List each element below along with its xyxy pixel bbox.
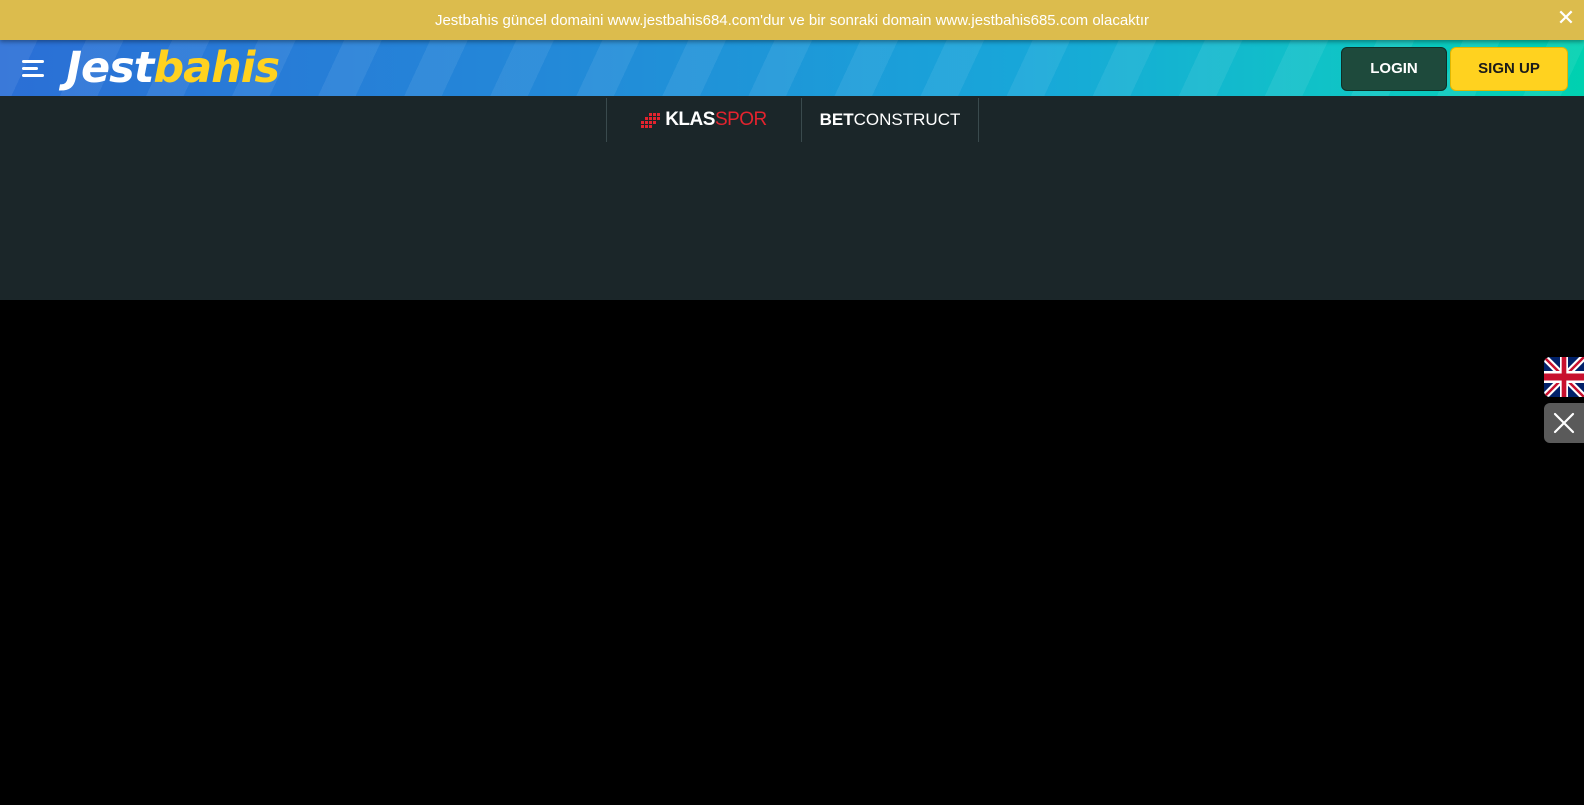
signup-button[interactable]: SIGN UP	[1450, 47, 1568, 91]
site-logo[interactable]: Jestbahis	[66, 42, 280, 94]
betconstruct-logo[interactable]: BETCONSTRUCT	[801, 98, 979, 142]
klasspor-dots-icon	[641, 112, 661, 128]
domain-notice-bar: Jestbahis güncel domaini www.jestbahis68…	[0, 0, 1584, 40]
login-button[interactable]: LOGIN	[1341, 47, 1447, 91]
domain-notice-text: Jestbahis güncel domaini www.jestbahis68…	[434, 12, 1150, 29]
hamburger-menu-icon[interactable]	[20, 57, 48, 79]
betconstruct-text: BETCONSTRUCT	[819, 110, 961, 129]
floating-close-icon[interactable]	[1544, 403, 1584, 443]
logo-jest-text: Jest	[66, 43, 154, 93]
site-header: Jestbahis LOGIN SIGN UP	[0, 40, 1584, 96]
klasspor-logo[interactable]: KLASSPOR	[606, 98, 801, 142]
partners-strip: KLASSPOR BETCONSTRUCT	[0, 96, 1584, 300]
klasspor-text: KLASSPOR	[665, 109, 767, 130]
logo-bahis-text: bahis	[153, 43, 280, 93]
uk-flag-icon[interactable]	[1544, 357, 1584, 397]
notice-close-icon[interactable]: ✕	[1554, 5, 1578, 33]
